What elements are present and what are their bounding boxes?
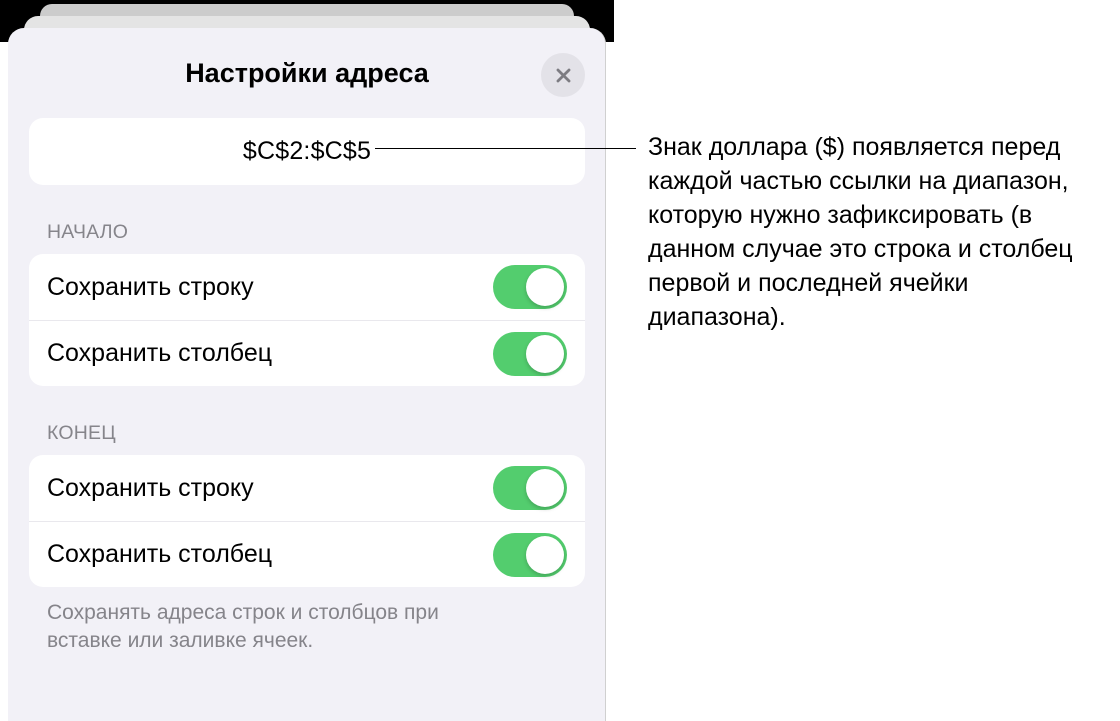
dialog-title: Настройки адреса — [185, 58, 429, 89]
close-button[interactable] — [541, 53, 585, 97]
switch-label: Сохранить строку — [47, 474, 254, 503]
address-display[interactable]: $C$2:$C$5 — [29, 118, 585, 185]
switch-knob — [526, 469, 564, 507]
address-settings-dialog: Настройки адреса $C$2:$C$5 НАЧАЛО Сохран… — [8, 28, 606, 721]
dialog-header: Настройки адреса — [29, 51, 585, 96]
callout-text: Знак доллара ($) появляется перед каждой… — [648, 130, 1098, 334]
switch-toggle[interactable] — [493, 265, 567, 309]
switch-group-start: Сохранить строку Сохранить столбец — [29, 254, 585, 386]
callout-leader-line — [375, 148, 636, 149]
preserve-row-end: Сохранить строку — [29, 455, 585, 521]
switch-label: Сохранить столбец — [47, 339, 272, 368]
close-icon — [554, 66, 573, 85]
switch-knob — [526, 536, 564, 574]
switch-label: Сохранить столбец — [47, 540, 272, 569]
switch-toggle[interactable] — [493, 466, 567, 510]
preserve-column-start: Сохранить столбец — [29, 320, 585, 386]
switch-knob — [526, 268, 564, 306]
preserve-row-start: Сохранить строку — [29, 254, 585, 320]
switch-knob — [526, 335, 564, 373]
switch-label: Сохранить строку — [47, 273, 254, 302]
switch-group-end: Сохранить строку Сохранить столбец — [29, 455, 585, 587]
footer-description: Сохранять адреса строк и столбцов при вс… — [47, 599, 467, 656]
section-label-start: НАЧАЛО — [47, 221, 585, 244]
switch-toggle[interactable] — [493, 533, 567, 577]
section-label-end: КОНЕЦ — [47, 422, 585, 445]
address-value: $C$2:$C$5 — [243, 137, 371, 166]
preserve-column-end: Сохранить столбец — [29, 521, 585, 587]
switch-toggle[interactable] — [493, 332, 567, 376]
